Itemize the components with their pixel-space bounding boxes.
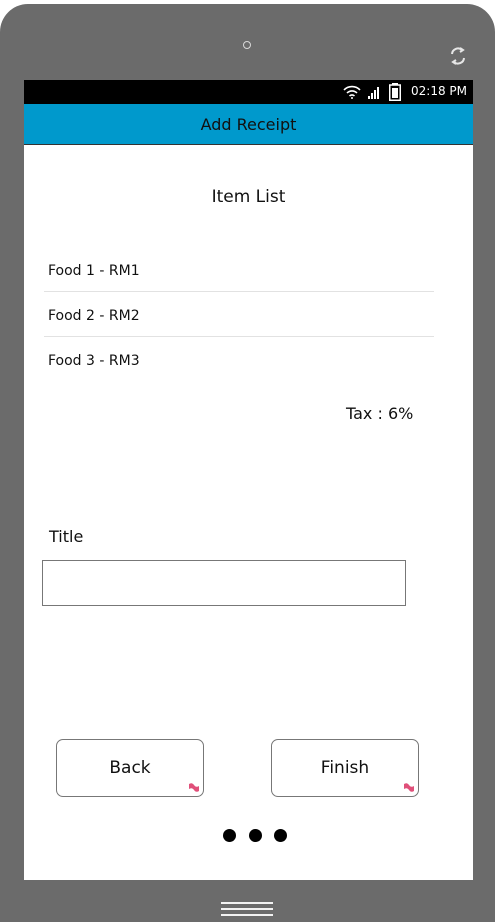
battery-icon <box>389 83 401 101</box>
item-list-heading: Item List <box>211 187 286 207</box>
page-dot <box>223 829 236 842</box>
page-indicator <box>223 829 293 843</box>
status-time: 02:18 PM <box>411 84 467 98</box>
list-item-label: Food 1 - RM1 <box>48 263 140 279</box>
page-dot <box>249 829 262 842</box>
home-icon[interactable] <box>221 900 273 918</box>
tax-label: Tax : 6% <box>346 404 414 423</box>
signal-icon <box>368 87 379 99</box>
list-item-label: Food 2 - RM2 <box>48 308 140 324</box>
finish-button-label: Finish <box>320 758 370 778</box>
camera-dot <box>243 41 251 49</box>
app-header: Add Receipt <box>24 104 473 145</box>
page-dot <box>274 829 287 842</box>
list-item[interactable]: Food 3 - RM3 <box>44 337 434 381</box>
wifi-icon <box>343 85 361 99</box>
flag-icon <box>189 783 199 792</box>
phone-screen: 02:18 PM Add Receipt Item List Food 1 - … <box>24 80 473 880</box>
title-field-label: Title <box>49 527 84 546</box>
page-title: Add Receipt <box>200 115 297 134</box>
back-button[interactable]: Back <box>56 739 204 797</box>
status-bar: 02:18 PM <box>24 80 473 104</box>
list-item[interactable]: Food 1 - RM1 <box>44 247 434 292</box>
flag-icon <box>404 783 414 792</box>
title-input[interactable] <box>42 560 406 606</box>
list-item[interactable]: Food 2 - RM2 <box>44 292 434 337</box>
list-item-label: Food 3 - RM3 <box>48 353 140 369</box>
back-button-label: Back <box>109 758 151 778</box>
finish-button[interactable]: Finish <box>271 739 419 797</box>
rotate-icon[interactable] <box>448 46 468 66</box>
